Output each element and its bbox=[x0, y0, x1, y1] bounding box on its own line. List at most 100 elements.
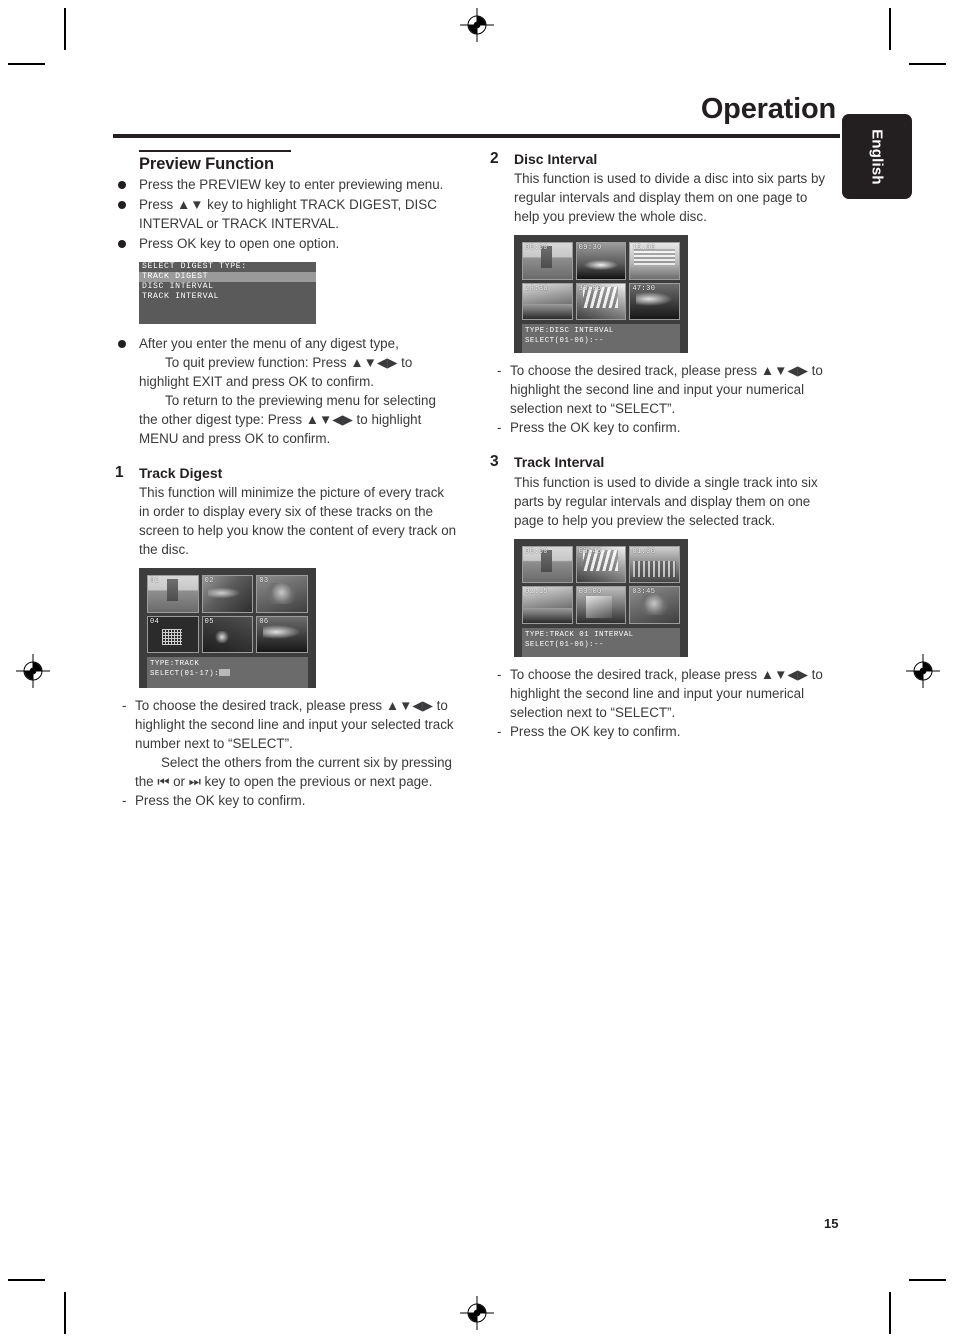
thumbnail-label: 00:45 bbox=[578, 547, 602, 556]
thumbnail-label: 01:30 bbox=[632, 547, 656, 556]
step-text: To choose the desired track, please pres… bbox=[135, 698, 454, 752]
bullet-lead-text: After you enter the menu of any digest t… bbox=[139, 335, 399, 351]
section-heading: Track Digest bbox=[139, 464, 223, 481]
thumbnail-cell[interactable]: 01 bbox=[147, 575, 199, 613]
osd-menu-item-track-interval[interactable]: TRACK INTERVAL bbox=[139, 292, 316, 302]
section-number: 3 bbox=[490, 453, 499, 471]
registration-mark-top bbox=[460, 8, 494, 42]
thumbnail-cell[interactable]: 06 bbox=[256, 615, 308, 654]
section-track-interval: 3 Track Interval This function is used t… bbox=[488, 453, 833, 529]
osd-menu-title: SELECT DIGEST TYPE: bbox=[142, 261, 247, 271]
right-column: 2 Disc Interval This function is used to… bbox=[488, 150, 833, 741]
manual-page: Operation English Preview Function Press… bbox=[0, 0, 954, 1342]
thumbnail-label: 05 bbox=[204, 617, 214, 626]
thumbnail-cell[interactable]: 02 bbox=[201, 575, 254, 613]
osd-select-line: SELECT(01-06):-- bbox=[525, 640, 604, 649]
thumbnail-cell[interactable]: 19:00 bbox=[629, 242, 680, 280]
header-rule bbox=[113, 134, 840, 138]
disc-interval-steps: To choose the desired track, please pres… bbox=[488, 361, 833, 437]
thumbnail-cell[interactable]: 00:45 bbox=[575, 545, 627, 584]
list-item: After you enter the menu of any digest t… bbox=[113, 334, 458, 448]
thumbnail-label: 28:30 bbox=[525, 284, 549, 293]
thumbnail-label: 06 bbox=[259, 617, 269, 626]
thumbnail-cell[interactable]: 01:30 bbox=[629, 545, 680, 584]
thumbnail-cell[interactable]: 38:00 bbox=[575, 282, 627, 321]
track-interval-osd: 00:00 00:45 01:30 02:15 03:00 03:45 TYPE… bbox=[514, 538, 688, 657]
step-text: Press the OK key to confirm. bbox=[135, 793, 306, 809]
thumbnail-label: 03 bbox=[259, 577, 269, 586]
registration-mark-right bbox=[906, 654, 940, 688]
track-digest-osd: 01 02 03 04 05 06 TYPE:TRACK SELECT(01-1… bbox=[139, 568, 316, 689]
list-item: Press the OK key to confirm. bbox=[488, 418, 833, 437]
page-title: Preview Function bbox=[139, 154, 275, 173]
language-tab: English bbox=[842, 114, 912, 199]
digest-type-menu-osd: SELECT DIGEST TYPE: TRACK DIGEST DISC IN… bbox=[139, 261, 316, 324]
left-column: Preview Function Press the PREVIEW key t… bbox=[113, 150, 458, 810]
thumbnail-grid: 00:00 09:30 19:00 28:30 38:00 47:30 bbox=[522, 242, 680, 321]
thumbnail-cell[interactable]: 28:30 bbox=[522, 282, 573, 321]
osd-select-label: SELECT(01-17): bbox=[150, 670, 220, 679]
chapter-title: Operation bbox=[700, 93, 836, 125]
thumbnail-label: 01 bbox=[150, 577, 160, 586]
thumbnail-grid: 01 02 03 04 05 06 bbox=[147, 575, 308, 654]
thumbnail-cell[interactable]: 47:30 bbox=[629, 282, 680, 321]
step-sub-text: Select the others from the current six b… bbox=[135, 755, 453, 790]
section-body: This function is used to divide a disc i… bbox=[514, 171, 826, 225]
osd-menu-item-track-digest[interactable]: TRACK DIGEST bbox=[139, 271, 316, 282]
step-text: Press the OK key to confirm. bbox=[510, 723, 681, 739]
osd-button-row: EXIT MENU bbox=[525, 346, 677, 353]
thumbnail-label: 04 bbox=[150, 617, 160, 626]
thumbnail-cell[interactable]: 00:00 bbox=[522, 545, 573, 584]
preview-function-bullet-list: Press the PREVIEW key to enter previewin… bbox=[113, 175, 458, 253]
osd-button-row: EXIT MENU bbox=[525, 650, 677, 657]
thumbnail-cell[interactable]: 00:00 bbox=[522, 242, 573, 280]
bullet-text: Press OK key to open one option. bbox=[139, 235, 340, 251]
section-number: 1 bbox=[115, 463, 124, 481]
language-tab-label: English bbox=[868, 128, 886, 185]
disc-interval-osd: 00:00 09:30 19:00 28:30 38:00 47:30 TYPE… bbox=[514, 235, 688, 354]
crop-mark-top-left-h bbox=[8, 63, 45, 65]
crop-mark-bottom-left bbox=[64, 1292, 66, 1334]
thumbnail-label: 38:00 bbox=[578, 284, 602, 293]
osd-type-line: TYPE:DISC INTERVAL bbox=[525, 327, 614, 336]
crop-mark-bottom-right bbox=[889, 1292, 891, 1334]
registration-mark-bottom bbox=[460, 1296, 494, 1330]
crop-mark-top-right bbox=[889, 8, 891, 50]
osd-info-bar: TYPE:TRACK 01 INTERVAL SELECT(01-06):-- … bbox=[522, 627, 680, 657]
osd-menu-item-disc-interval[interactable]: DISC INTERVAL bbox=[139, 282, 316, 292]
section-number: 2 bbox=[490, 150, 499, 167]
thumbnail-cell[interactable]: 03:00 bbox=[575, 586, 627, 624]
osd-select-line: SELECT(01-17): bbox=[150, 669, 305, 679]
step-text: Press the OK key to confirm. bbox=[510, 420, 681, 436]
track-digest-steps: To choose the desired track, please pres… bbox=[113, 696, 458, 810]
bullet-text: Press ▲▼ key to highlight TRACK DIGEST, … bbox=[139, 196, 437, 231]
thumbnail-cell[interactable]: 09:30 bbox=[575, 242, 627, 280]
section-heading: Disc Interval bbox=[514, 151, 598, 167]
list-item: Press the OK key to confirm. bbox=[113, 791, 458, 810]
thumbnail-cell[interactable]: 05 bbox=[201, 615, 254, 654]
thumbnail-cell[interactable]: 02:15 bbox=[522, 586, 573, 624]
step-text: To choose the desired track, please pres… bbox=[510, 666, 823, 720]
osd-select-line: SELECT(01-06):-- bbox=[525, 337, 604, 346]
section-heading: Track Interval bbox=[514, 454, 605, 471]
crop-mark-bottom-left-h bbox=[8, 1279, 45, 1281]
thumbnail-label: 19:00 bbox=[632, 244, 656, 253]
bullet-sub-paragraph-1: To quit preview function: Press ▲▼◀▶ to … bbox=[139, 354, 413, 389]
section-track-digest: 1 Track Digest This function will minimi… bbox=[113, 464, 458, 559]
thumbnail-cell[interactable]: 03 bbox=[256, 575, 308, 613]
osd-info-bar: TYPE:TRACK SELECT(01-17): EXIT MENU NEXT… bbox=[147, 657, 308, 689]
thumbnail-cell[interactable]: 03:45 bbox=[629, 586, 680, 624]
thumbnail-label: 02 bbox=[204, 577, 214, 586]
thumbnail-cell[interactable]: 04 bbox=[147, 615, 199, 654]
section-body: This function is used to divide a single… bbox=[514, 474, 818, 528]
bullet-sub-paragraph-2: To return to the previewing menu for sel… bbox=[139, 392, 436, 446]
list-item: Press OK key to open one option. bbox=[113, 234, 458, 253]
page-number: 15 bbox=[824, 1216, 839, 1231]
crop-mark-top-right-h bbox=[909, 63, 946, 65]
list-item: To choose the desired track, please pres… bbox=[113, 696, 458, 791]
bullet-text: Press the PREVIEW key to enter previewin… bbox=[139, 176, 444, 192]
osd-input-cursor[interactable] bbox=[219, 669, 231, 677]
thumbnail-label: 03:00 bbox=[578, 588, 602, 597]
list-item: Press the OK key to confirm. bbox=[488, 722, 833, 741]
section-disc-interval: 2 Disc Interval This function is used to… bbox=[488, 150, 833, 226]
